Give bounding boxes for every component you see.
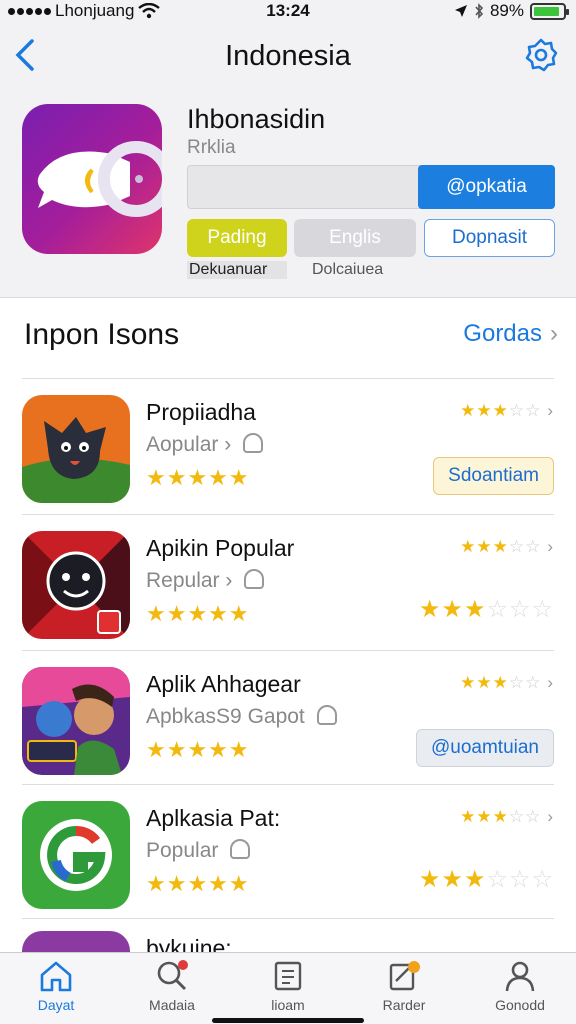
rating-stars: ★★★★★ — [146, 601, 250, 626]
chevron-right-icon: › — [550, 320, 558, 347]
rating-stars: ★★★★★ — [146, 465, 250, 490]
tab-rarder[interactable]: Rarder — [354, 959, 454, 1013]
monster-icon — [22, 395, 130, 503]
home-indicator — [212, 1018, 364, 1023]
app-category: Aopular › — [146, 433, 264, 457]
tab-dayat[interactable]: Dayat — [6, 959, 106, 1013]
open-button[interactable]: @opkatia — [418, 165, 555, 209]
rating-stars-large: ★★★☆☆☆ — [418, 596, 554, 623]
app-title: Aplik Ahhagear — [146, 671, 301, 697]
list-item[interactable]: Aplkasia Pat: Popular ★★★★★ ★★★☆☆ › ★★★☆☆… — [22, 784, 554, 920]
search-icon — [157, 960, 188, 991]
app-category: Popular — [146, 839, 251, 863]
rating-stars-large: ★★★☆☆☆ — [418, 866, 554, 893]
chevron-right-icon: › — [547, 807, 554, 826]
chevron-right-icon: › — [547, 673, 554, 692]
list-item[interactable]: Aplik Ahhagear ApbkasS9 Gapot ★★★★★ ★★★☆… — [22, 650, 554, 786]
chevron-right-icon: › — [547, 537, 554, 556]
app-icon — [22, 395, 130, 503]
list-item[interactable]: Propiiadha Aopular › ★★★★★ ★★★☆☆ › Sdoant… — [22, 378, 554, 514]
tab-label: lioam — [271, 997, 305, 1013]
section-title: Inpon Isons — [24, 318, 180, 351]
status-bar: Lhonjuang 13:24 89% — [0, 0, 576, 24]
chip-englis[interactable]: Englis — [294, 219, 416, 257]
chevron-right-icon: › — [547, 401, 554, 420]
get-button[interactable]: @uoamtuian — [415, 729, 554, 767]
home-icon — [40, 961, 72, 992]
chip-pading[interactable]: Pading — [187, 219, 287, 257]
tab-label: Rarder — [382, 997, 426, 1013]
age-badge-icon — [230, 839, 251, 860]
battery-level — [534, 6, 559, 16]
app-title: Aplkasia Pat: — [146, 805, 281, 831]
app-category: ApbkasS9 Gapot — [146, 705, 337, 729]
tab-gonodd[interactable]: Gonodd — [470, 959, 570, 1013]
app-category: Repular › — [146, 569, 265, 593]
tab-label: Gonodd — [495, 997, 545, 1013]
rating-stars-small: ★★★☆☆ › — [460, 673, 554, 692]
app-icon — [22, 531, 130, 639]
category-label: Aopular — [146, 433, 219, 456]
rating-stars-small: ★★★☆☆ › — [460, 537, 554, 556]
category-label: Popular — [146, 839, 219, 862]
settings-button[interactable] — [524, 38, 558, 72]
gear-icon — [525, 38, 558, 72]
speech-bubble-icon — [37, 141, 162, 217]
app-name: Ihbonasidin — [187, 104, 326, 134]
age-badge-icon — [243, 433, 264, 454]
battery-icon — [530, 2, 569, 20]
g-logo-icon — [22, 801, 130, 909]
chip-sublabel: Dekuanuar — [187, 261, 287, 279]
rating-stars: ★★★★★ — [146, 871, 250, 896]
app-subtitle: Rrklia — [187, 137, 236, 158]
app-icon — [22, 104, 162, 254]
user-icon — [505, 961, 535, 992]
app-title: Apikin Popular — [146, 535, 295, 561]
tab-madaia[interactable]: Madaia — [122, 959, 222, 1013]
category-label: Repular — [146, 569, 220, 592]
rating-stars-small: ★★★☆☆ › — [460, 401, 554, 420]
rating-stars: ★★★★★ — [146, 737, 250, 762]
age-badge-icon — [244, 569, 265, 590]
tab-label: Dayat — [37, 997, 75, 1013]
age-badge-icon — [316, 705, 337, 726]
app-icon — [22, 801, 130, 909]
tab-bar: Dayat Madaia lioam Rarder Gonodd — [0, 952, 576, 1024]
location-icon — [454, 5, 467, 17]
tab-lioam[interactable]: lioam — [238, 959, 338, 1013]
list-item[interactable]: Apikin Popular Repular › ★★★★★ ★★★☆☆ › ★★… — [22, 514, 554, 650]
rating-stars-small: ★★★☆☆ › — [460, 807, 554, 826]
tab-label: Madaia — [149, 997, 195, 1013]
robot-face-icon — [22, 531, 130, 639]
game-characters-icon — [22, 667, 130, 775]
chip-dopnasit[interactable]: Dopnasit — [424, 219, 555, 257]
get-button[interactable]: Sdoantiam — [433, 457, 554, 495]
battery-percent: 89% — [489, 1, 524, 20]
app-header: Indonesia Ihbonasidin Rrklia @opkatia Pa… — [0, 24, 576, 298]
section-see-all-link[interactable]: Gordas › — [463, 320, 558, 348]
chip-sublabel: Dolcaiuea — [312, 261, 384, 278]
category-label: ApbkasS9 Gapot — [146, 705, 305, 728]
section-link-label: Gordas — [463, 320, 542, 347]
page-title: Indonesia — [225, 40, 351, 72]
status-right: 89% — [454, 1, 569, 21]
app-title: Propiiadha — [146, 399, 256, 425]
app-icon — [22, 667, 130, 775]
updates-icon — [389, 961, 420, 991]
apps-icon — [274, 961, 302, 991]
bluetooth-icon — [475, 3, 484, 19]
